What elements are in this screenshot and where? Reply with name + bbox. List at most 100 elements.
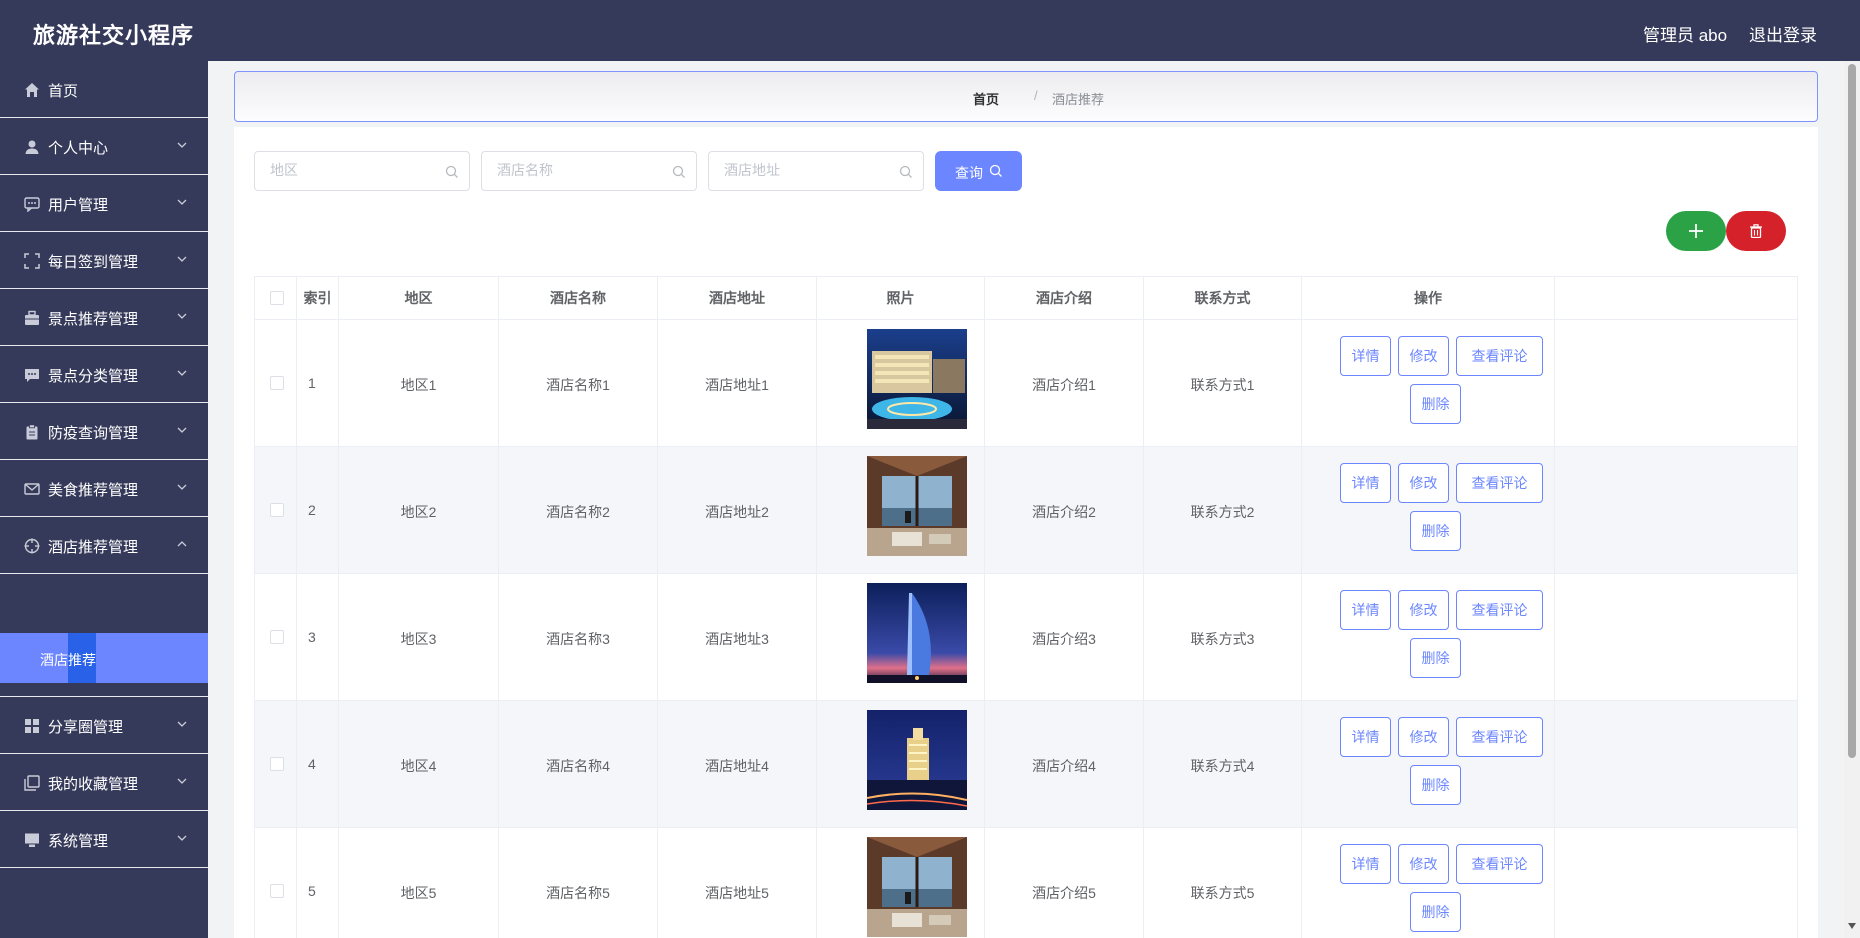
row-index: 3 (308, 629, 316, 645)
cell-region: 地区3 (400, 631, 437, 647)
row-checkbox[interactable] (270, 757, 284, 771)
briefcase-icon (25, 310, 39, 325)
row-checkbox[interactable] (270, 503, 284, 517)
table-cell (817, 320, 985, 447)
chevron-down-icon (177, 484, 187, 490)
delete-button[interactable]: 删除 (1410, 638, 1461, 678)
sidebar-item-label: 景点推荐管理 (48, 311, 139, 328)
column-header: 索引 (297, 277, 339, 320)
table-cell: 酒店地址1 (658, 320, 817, 447)
edit-button[interactable]: 修改 (1398, 717, 1449, 757)
sidebar-item-7[interactable]: 防疫查询管理 (0, 403, 208, 460)
edit-button[interactable]: 修改 (1398, 463, 1449, 503)
delete-button[interactable]: 删除 (1410, 892, 1461, 932)
sidebar-item-3[interactable]: 用户管理 (0, 175, 208, 232)
clipboard-icon (26, 424, 38, 440)
app-title: 旅游社交小程序 (33, 23, 195, 48)
hotel-photo[interactable] (867, 329, 967, 429)
region-search-input[interactable] (270, 162, 440, 178)
hotel-photo[interactable] (867, 583, 967, 683)
select-all-checkbox[interactable] (270, 291, 284, 305)
add-button[interactable] (1666, 211, 1726, 251)
table-cell: 酒店地址2 (658, 447, 817, 574)
table-cell: 酒店名称4 (499, 701, 658, 828)
sidebar-item-11[interactable]: 分享圈管理 (0, 697, 208, 754)
sidebar-item-13[interactable]: 系统管理 (0, 811, 208, 868)
content-panel: 查询 索引地区酒店名称酒店地址照片酒店介绍联系方式操作 1 地区1 酒店名称1 酒店地址… (234, 127, 1818, 938)
search-icon (445, 165, 458, 178)
hotel-photo[interactable] (867, 456, 967, 556)
row-index: 5 (308, 883, 316, 899)
table-cell: 详情 修改 查看评论删除 (1302, 447, 1555, 574)
scroll-down-arrow-icon[interactable] (1848, 923, 1856, 929)
view-comments-button[interactable]: 查看评论 (1456, 844, 1543, 884)
cell-name: 酒店名称1 (546, 377, 610, 393)
table-cell: 酒店名称5 (499, 828, 658, 938)
hotel-photo[interactable] (867, 710, 967, 810)
table-cell: 酒店地址5 (658, 828, 817, 938)
hotel-address-search-field[interactable] (708, 151, 924, 191)
sidebar-item-label: 防疫查询管理 (48, 425, 139, 442)
cell-address: 酒店地址5 (705, 885, 769, 901)
delete-button[interactable]: 删除 (1410, 384, 1461, 424)
table-header: 索引 地区 酒店名称 酒店地址 照片 酒店介绍 联系方式 操作 (255, 277, 1797, 320)
detail-button[interactable]: 详情 (1340, 717, 1391, 757)
view-comments-button[interactable]: 查看评论 (1456, 336, 1543, 376)
region-search-field[interactable] (254, 151, 470, 191)
row-checkbox[interactable] (270, 630, 284, 644)
sidebar-item-6[interactable]: 景点分类管理 (0, 346, 208, 403)
detail-button[interactable]: 详情 (1340, 463, 1391, 503)
hotel-address-search-input[interactable] (724, 162, 894, 178)
table-cell: 4 (297, 701, 339, 828)
logout-button[interactable]: 退出登录 (1749, 21, 1817, 46)
sidebar-subitem-hotel-recommend[interactable]: 酒店推荐 (0, 633, 208, 683)
sidebar-item-9[interactable]: 酒店推荐管理 (0, 517, 208, 574)
table-row: 3 地区3 酒店名称3 酒店地址3 酒店介绍3 联系方式3 详情 修改 查看评论 删除 (255, 574, 1797, 701)
view-comments-button[interactable]: 查看评论 (1456, 590, 1543, 630)
cell-region: 地区5 (400, 885, 437, 901)
delete-button[interactable]: 删除 (1410, 511, 1461, 551)
row-checkbox[interactable] (270, 376, 284, 390)
detail-button[interactable]: 详情 (1340, 590, 1391, 630)
hotel-name-search-field[interactable] (481, 151, 697, 191)
sidebar-item-1[interactable]: 首页 (0, 61, 208, 118)
chevron-down-icon (177, 199, 187, 205)
table-cell: 地区2 (339, 447, 499, 574)
table-cell: 酒店介绍1 (985, 320, 1144, 447)
query-button[interactable]: 查询 (935, 151, 1022, 191)
table-cell: 酒店地址3 (658, 574, 817, 701)
edit-button[interactable]: 修改 (1398, 336, 1449, 376)
hotel-name-search-input[interactable] (497, 162, 667, 178)
admin-label: 管理员 abo (1643, 26, 1728, 45)
delete-button[interactable]: 删除 (1410, 765, 1461, 805)
row-checkbox[interactable] (270, 884, 284, 898)
table-cell: 联系方式3 (1144, 574, 1302, 701)
sidebar-item-4[interactable]: 每日签到管理 (0, 232, 208, 289)
fullscreen-icon (24, 253, 40, 269)
sidebar-item-label: 每日签到管理 (48, 254, 139, 271)
table-cell: 酒店地址4 (658, 701, 817, 828)
query-button-label: 查询 (955, 165, 983, 181)
sidebar-item-2[interactable]: 个人中心 (0, 118, 208, 175)
table-row: 2 地区2 酒店名称2 酒店地址2 酒店介绍2 联系方式2 详情 修改 查看评论 删除 (255, 447, 1797, 574)
chevron-down-icon (177, 835, 187, 841)
sidebar-item-12[interactable]: 我的收藏管理 (0, 754, 208, 811)
cell-intro: 酒店介绍2 (1032, 504, 1096, 520)
page-scrollbar[interactable] (1844, 61, 1860, 938)
sidebar-item-8[interactable]: 美食推荐管理 (0, 460, 208, 517)
detail-button[interactable]: 详情 (1340, 844, 1391, 884)
view-comments-button[interactable]: 查看评论 (1456, 463, 1543, 503)
chevron-up-icon (177, 541, 187, 547)
batch-delete-button[interactable] (1726, 211, 1786, 251)
edit-button[interactable]: 修改 (1398, 844, 1449, 884)
scrollbar-thumb[interactable] (1848, 64, 1856, 758)
detail-button[interactable]: 详情 (1340, 336, 1391, 376)
view-comments-button[interactable]: 查看评论 (1456, 717, 1543, 757)
table-cell (255, 828, 297, 938)
cell-address: 酒店地址2 (705, 504, 769, 520)
table-cell: 地区5 (339, 828, 499, 938)
breadcrumb-home[interactable]: 首页 (973, 89, 999, 108)
hotel-photo[interactable] (867, 837, 967, 937)
edit-button[interactable]: 修改 (1398, 590, 1449, 630)
sidebar-item-5[interactable]: 景点推荐管理 (0, 289, 208, 346)
